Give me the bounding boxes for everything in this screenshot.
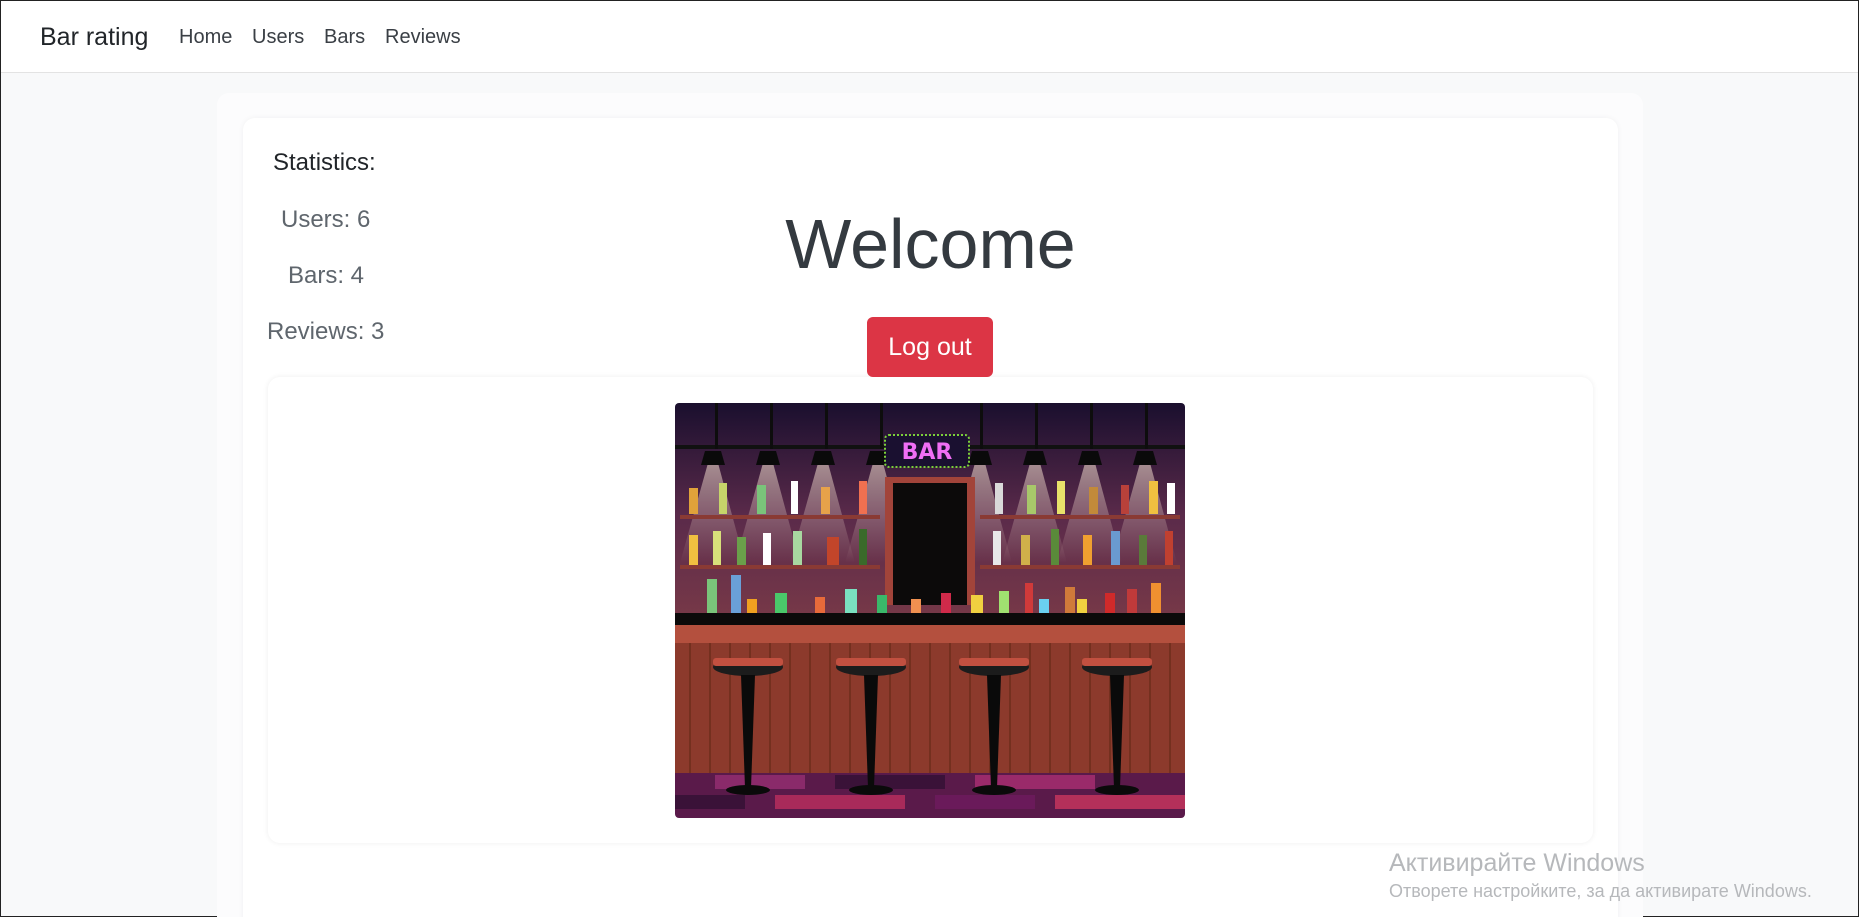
nav-link-users[interactable]: Users <box>252 26 304 49</box>
statistics-title: Statistics: <box>273 149 376 176</box>
nav-link-home[interactable]: Home <box>179 26 232 49</box>
bar-illustration: BAR <box>675 403 1185 818</box>
nav-link-bars[interactable]: Bars <box>324 26 365 49</box>
bar-sign-text: BAR <box>902 440 953 465</box>
brand-link[interactable]: Bar rating <box>40 23 148 52</box>
nav-link-reviews[interactable]: Reviews <box>385 26 461 49</box>
welcome-heading: Welcome <box>785 205 1076 283</box>
stat-reviews: Reviews: 3 <box>267 318 385 345</box>
top-navbar: Bar rating Home Users Bars Reviews <box>1 1 1858 73</box>
bar-illustration-svg: BAR <box>675 403 1185 818</box>
windows-activation-title: Активирайте Windows <box>1389 849 1645 877</box>
windows-activation-subtitle: Отворете настройките, за да активирате W… <box>1389 881 1812 901</box>
logout-button[interactable]: Log out <box>867 317 993 377</box>
